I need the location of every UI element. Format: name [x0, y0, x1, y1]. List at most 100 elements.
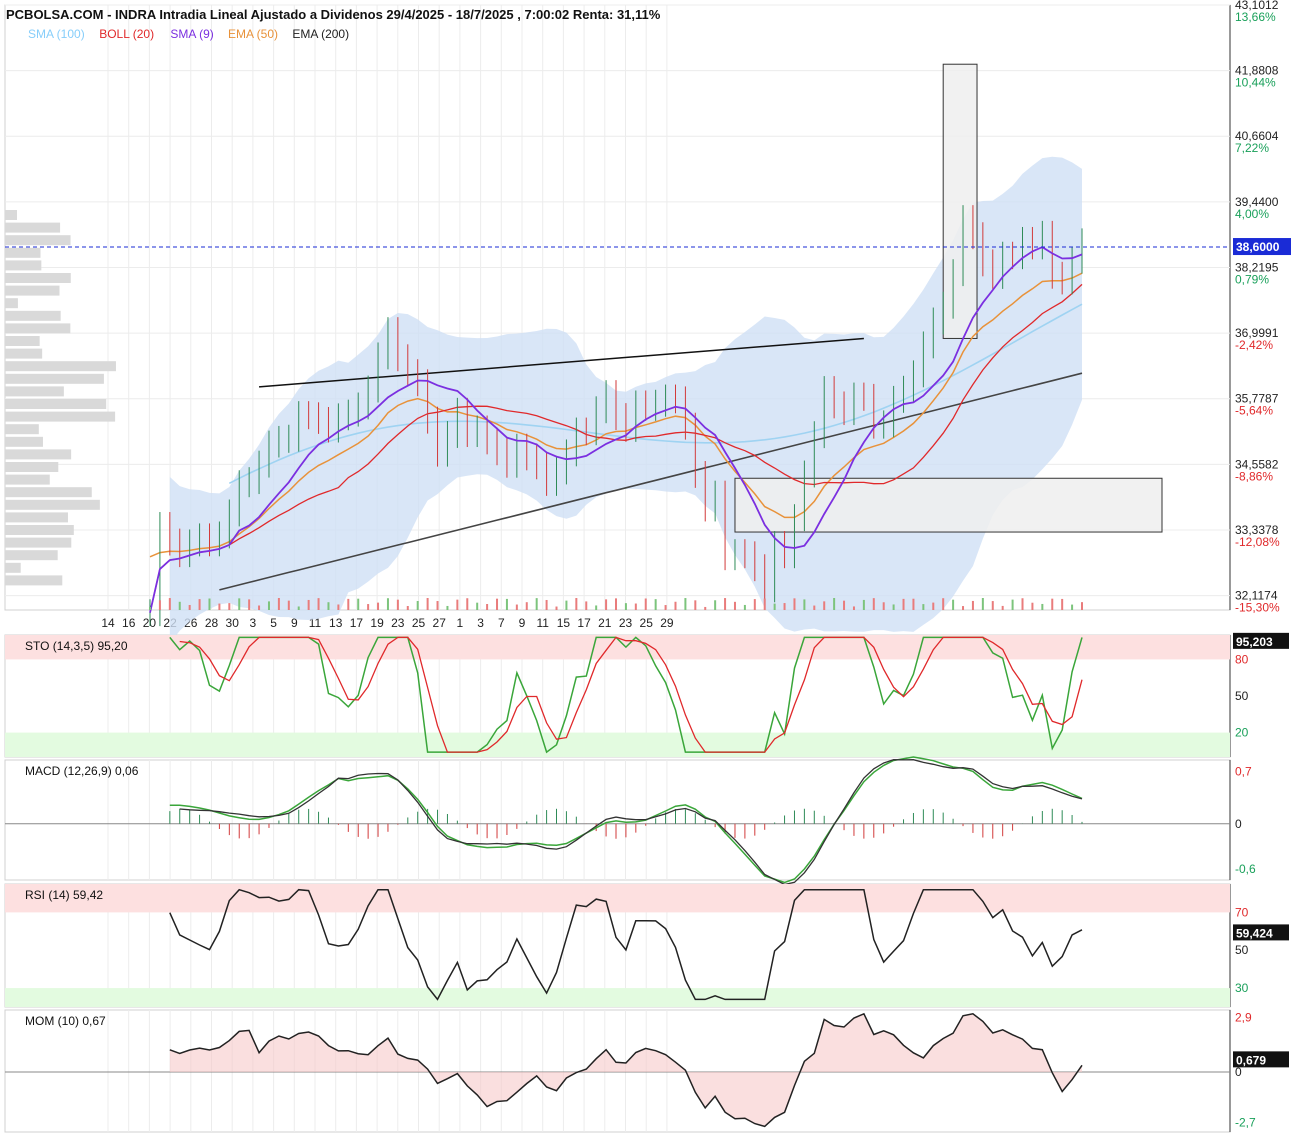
volume-profile-bar [5, 550, 58, 561]
volume-bar [1051, 598, 1054, 610]
current-price-label: 38,6000 [1236, 240, 1280, 254]
volume-bar [1071, 604, 1074, 610]
volume-profile-bar [5, 361, 116, 372]
legend-item: EMA (200) [292, 27, 349, 41]
chart-root: 1416202226283035911131719232527137911151… [0, 0, 1299, 1138]
osc-last-label: 95,203 [1236, 635, 1273, 649]
price-tick-pct: 0,79% [1235, 272, 1269, 286]
volume-bar [823, 601, 826, 610]
volume-profile-bar [5, 235, 71, 246]
price-tick-pct: -5,64% [1235, 404, 1273, 418]
volume-bar [922, 604, 925, 610]
volume-bar [862, 599, 865, 610]
volume-bar [932, 602, 935, 610]
volume-profile-bar [5, 449, 72, 460]
volume-bar [803, 599, 806, 610]
volume-bar [287, 600, 290, 610]
volume-bar [416, 600, 419, 610]
volume-profile-bar [5, 222, 61, 233]
volume-bar [763, 598, 766, 610]
x-tick-label: 16 [122, 616, 136, 630]
volume-bar [486, 604, 489, 610]
trading-chart: 1416202226283035911131719232527137911151… [4, 0, 1291, 1133]
volume-bar [654, 599, 657, 610]
volume-profile-bar [5, 474, 50, 485]
support-zone-rect [734, 477, 1163, 533]
osc-tick-label: 50 [1235, 943, 1249, 957]
volume-bar [942, 598, 945, 610]
osc-tick-label: 80 [1235, 652, 1249, 666]
indicators-legend: SMA (100) BOLL (20) SMA (9) EMA (50) EMA (20… [28, 27, 349, 41]
volume-bar [367, 604, 370, 610]
osc-label: MOM (10) 0,67 [25, 1014, 106, 1028]
volume-bar [525, 602, 528, 610]
volume-bar [575, 598, 578, 610]
volume-bar [505, 598, 508, 610]
volume-bar [436, 601, 439, 610]
volume-bar [952, 599, 955, 610]
volume-bar [991, 601, 994, 610]
osc-last-label: 0,679 [1236, 1053, 1266, 1067]
volume-bar [238, 598, 241, 610]
volume-bar [149, 607, 151, 610]
volume-bar [595, 605, 598, 610]
volume-bar [208, 598, 211, 610]
volume-bar [753, 599, 756, 610]
volume-bar [1031, 602, 1034, 610]
volume-bar [704, 606, 707, 610]
volume-bar [634, 603, 637, 610]
volume-profile-bar [5, 323, 71, 334]
volume-bar [347, 598, 350, 610]
osc-tick-label: 0 [1235, 817, 1242, 831]
price-tick-pct: -2,42% [1235, 338, 1273, 352]
volume-profile-bar [5, 273, 71, 283]
volume-bar [555, 606, 558, 610]
volume-profile-bar [5, 310, 61, 321]
volume-bar [228, 603, 231, 610]
price-tick-pct: 13,66% [1235, 10, 1276, 24]
volume-bar [674, 601, 677, 610]
volume-bar [297, 606, 300, 610]
volume-profile-bar [5, 562, 21, 573]
x-tick-label: 17 [577, 616, 591, 630]
volume-profile-bar [5, 512, 68, 523]
volume-bar [188, 604, 191, 610]
volume-bar [843, 600, 846, 610]
legend-item: BOLL (20) [99, 27, 154, 41]
x-tick-label: 3 [250, 616, 257, 630]
volume-bar [565, 600, 568, 610]
osc-tick-label: 0,7 [1235, 764, 1252, 778]
volume-profile-bar [5, 399, 107, 409]
volume-bar [743, 604, 746, 610]
volume-bar [912, 598, 915, 610]
osc-tick-label: 50 [1235, 689, 1249, 703]
x-tick-label: 9 [519, 616, 526, 630]
volume-bar [248, 599, 251, 610]
legend-item: EMA (50) [228, 27, 278, 41]
volume-profile-bar [5, 260, 42, 271]
volume-profile-bar [5, 373, 104, 384]
volume-bar [684, 598, 687, 610]
volume-bar [178, 601, 181, 610]
volume-bar [258, 605, 261, 610]
osc-tick-label: 70 [1235, 905, 1249, 919]
x-tick-label: 21 [598, 616, 612, 630]
osc-tick-label: 20 [1235, 726, 1249, 740]
volume-bar [515, 604, 518, 610]
volume-profile-bar [5, 487, 92, 498]
volume-bar [1041, 603, 1044, 610]
volume-profile-bar [5, 537, 72, 548]
volume-profile-bar [5, 348, 43, 359]
volume-profile-bar [5, 575, 63, 586]
x-tick-label: 30 [226, 616, 240, 630]
volume-bar [1021, 598, 1024, 610]
volume-bar [813, 605, 816, 610]
x-tick-label: 11 [536, 616, 549, 630]
volume-bar [386, 598, 389, 610]
x-tick-label: 17 [350, 616, 364, 630]
volume-bar [1001, 605, 1004, 610]
volume-bar [724, 598, 727, 610]
volume-bar [783, 603, 786, 610]
volume-bar [664, 605, 667, 610]
x-tick-label: 25 [412, 616, 426, 630]
